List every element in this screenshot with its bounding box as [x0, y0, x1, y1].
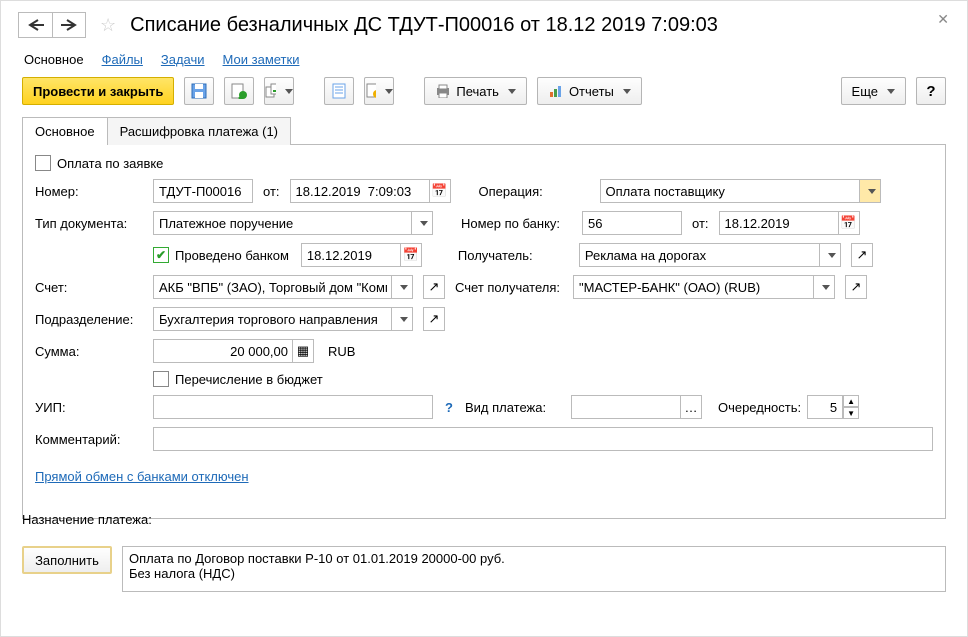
- link-docs-icon: [265, 83, 276, 99]
- bank-done-checkbox[interactable]: [153, 247, 169, 263]
- arrow-right-icon: [60, 19, 78, 31]
- purpose-textarea[interactable]: [122, 546, 946, 592]
- bank-no-label: Номер по банку:: [461, 216, 576, 231]
- list-icon: [332, 83, 346, 99]
- comment-label: Комментарий:: [35, 432, 147, 447]
- operation-input[interactable]: [600, 179, 860, 203]
- dept-label: Подразделение:: [35, 312, 147, 327]
- save-button[interactable]: [184, 77, 214, 105]
- dept-dropdown-icon[interactable]: [391, 307, 413, 331]
- pay-type-label: Вид платежа:: [465, 400, 565, 415]
- operation-dropdown-icon[interactable]: [859, 179, 881, 203]
- bank-exchange-link[interactable]: Прямой обмен с банками отключен: [35, 469, 249, 484]
- account-label: Счет:: [35, 280, 147, 295]
- post-and-close-button[interactable]: Провести и закрыть: [22, 77, 174, 105]
- recipient-acc-open-icon[interactable]: ↗: [845, 275, 867, 299]
- recipient-dropdown-icon[interactable]: [819, 243, 841, 267]
- uip-help-icon[interactable]: ?: [445, 400, 453, 415]
- bank-done-calendar-icon[interactable]: 📅: [400, 243, 422, 267]
- page-title: Списание безналичных ДС ТДУТ-П00016 от 1…: [130, 14, 718, 37]
- account-input[interactable]: [153, 275, 392, 299]
- post-icon: [231, 83, 247, 99]
- pay-type-input[interactable]: [571, 395, 681, 419]
- from-label-1: от:: [263, 184, 280, 199]
- favorite-icon[interactable]: ☆: [100, 15, 116, 36]
- uip-input[interactable]: [153, 395, 433, 419]
- fill-button[interactable]: Заполнить: [22, 546, 112, 574]
- pay-by-request-label: Оплата по заявке: [57, 156, 163, 171]
- bank-no-input[interactable]: [582, 211, 682, 235]
- bank-done-date-input[interactable]: [301, 243, 401, 267]
- comment-input[interactable]: [153, 427, 933, 451]
- priority-label: Очередность:: [718, 400, 801, 415]
- tab-main[interactable]: Основное: [22, 117, 108, 145]
- sum-label: Сумма:: [35, 344, 147, 359]
- help-button[interactable]: ?: [916, 77, 946, 105]
- number-input[interactable]: [153, 179, 253, 203]
- subnav-main[interactable]: Основное: [24, 52, 84, 67]
- recipient-acc-label: Счет получателя:: [455, 280, 567, 295]
- priority-up-icon[interactable]: ▲: [843, 395, 859, 407]
- reports-button[interactable]: Отчеты: [537, 77, 642, 105]
- print-icon: [435, 84, 451, 98]
- to-budget-checkbox[interactable]: [153, 371, 169, 387]
- reports-icon: [548, 84, 564, 98]
- recipient-acc-dropdown-icon[interactable]: [813, 275, 835, 299]
- dept-input[interactable]: [153, 307, 392, 331]
- doctype-label: Тип документа:: [35, 216, 147, 231]
- pay-by-request-checkbox[interactable]: [35, 155, 51, 171]
- create-based-on-button[interactable]: [264, 77, 294, 105]
- pay-type-select-icon[interactable]: …: [680, 395, 702, 419]
- more-button[interactable]: Еще: [841, 77, 906, 105]
- attach-icon: [365, 83, 376, 99]
- sum-input[interactable]: [153, 339, 293, 363]
- print-button[interactable]: Печать: [424, 77, 527, 105]
- tab-details[interactable]: Расшифровка платежа (1): [107, 117, 291, 145]
- calculator-icon[interactable]: ▦: [292, 339, 314, 363]
- priority-input[interactable]: [807, 395, 843, 419]
- forward-button[interactable]: [52, 12, 86, 38]
- doctype-input[interactable]: [153, 211, 412, 235]
- operation-label: Операция:: [479, 184, 594, 199]
- post-button[interactable]: [224, 77, 254, 105]
- currency-label: RUB: [328, 344, 355, 359]
- subnav-files[interactable]: Файлы: [102, 52, 143, 67]
- recipient-label: Получатель:: [458, 248, 573, 263]
- bank-date-calendar-icon[interactable]: 📅: [838, 211, 860, 235]
- uip-label: УИП:: [35, 400, 147, 415]
- attach-button[interactable]: [364, 77, 394, 105]
- calendar-icon[interactable]: 📅: [429, 179, 451, 203]
- recipient-open-icon[interactable]: ↗: [851, 243, 873, 267]
- bank-date-input[interactable]: [719, 211, 839, 235]
- back-button[interactable]: [18, 12, 52, 38]
- bank-done-label: Проведено банком: [175, 248, 289, 263]
- account-open-icon[interactable]: ↗: [423, 275, 445, 299]
- close-icon[interactable]: ✕: [937, 11, 949, 28]
- recipient-input[interactable]: [579, 243, 820, 267]
- from-label-2: от:: [692, 216, 709, 231]
- recipient-acc-input[interactable]: [573, 275, 814, 299]
- subnav-tasks[interactable]: Задачи: [161, 52, 205, 67]
- datetime-input[interactable]: [290, 179, 430, 203]
- to-budget-label: Перечисление в бюджет: [175, 372, 323, 387]
- dept-open-icon[interactable]: ↗: [423, 307, 445, 331]
- arrow-left-icon: [27, 19, 45, 31]
- account-dropdown-icon[interactable]: [391, 275, 413, 299]
- save-icon: [191, 83, 207, 99]
- number-label: Номер:: [35, 184, 147, 199]
- priority-down-icon[interactable]: ▼: [843, 407, 859, 419]
- doctype-dropdown-icon[interactable]: [411, 211, 433, 235]
- purpose-label: Назначение платежа:: [22, 512, 152, 527]
- list-button[interactable]: [324, 77, 354, 105]
- subnav-notes[interactable]: Мои заметки: [223, 52, 300, 67]
